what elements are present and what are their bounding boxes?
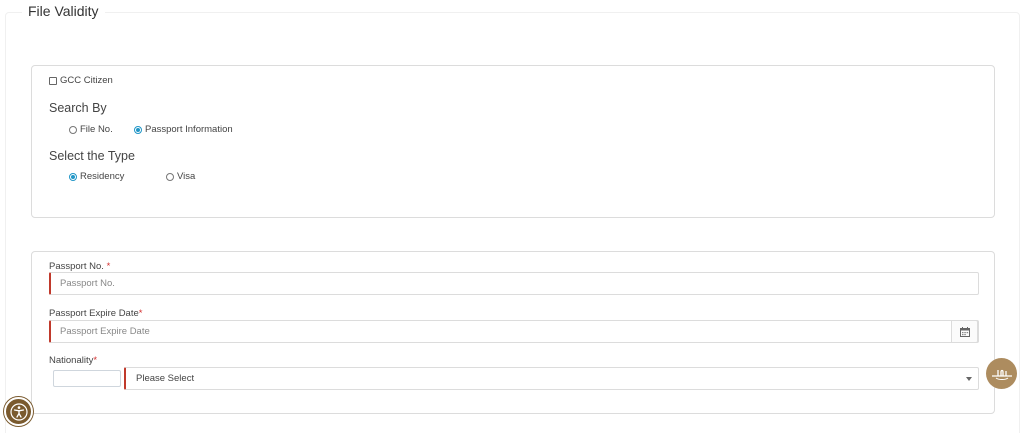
required-mark: * — [93, 355, 98, 366]
brand-chat-button[interactable] — [986, 358, 1017, 389]
required-mark: * — [106, 261, 111, 272]
gcc-citizen-option[interactable]: GCC Citizen — [49, 75, 113, 86]
nationality-selected-value: Please Select — [136, 373, 195, 384]
select-type-label: Select the Type — [49, 149, 135, 163]
passport-no-label: Passport No. * — [49, 261, 111, 272]
passport-no-input[interactable]: Passport No. — [49, 272, 979, 295]
brand-logo-icon — [991, 369, 1012, 380]
passport-expiry-placeholder: Passport Expire Date — [60, 326, 150, 337]
radio-residency-button[interactable] — [69, 172, 77, 181]
page-title: File Validity — [22, 3, 105, 19]
gcc-citizen-label: GCC Citizen — [60, 75, 113, 86]
calendar-icon — [959, 326, 970, 337]
nationality-label: Nationality* — [49, 355, 98, 366]
radio-residency[interactable]: Residency — [69, 171, 124, 182]
search-by-label: Search By — [49, 101, 107, 115]
radio-visa[interactable]: Visa — [166, 171, 195, 182]
passport-expiry-input[interactable]: Passport Expire Date — [49, 320, 979, 343]
passport-expiry-label: Passport Expire Date* — [49, 308, 143, 319]
passport-info-panel: Passport No. * Passport No. Passport Exp… — [31, 251, 995, 414]
radio-passport-information[interactable]: Passport Information — [134, 124, 233, 135]
radio-file-no-button[interactable] — [69, 125, 77, 134]
search-options-panel: GCC Citizen Search By File No. Passport … — [31, 65, 995, 218]
chevron-down-icon — [966, 377, 972, 381]
accessibility-button[interactable] — [4, 397, 33, 426]
radio-visa-label: Visa — [177, 171, 196, 182]
nationality-code-input[interactable] — [53, 370, 121, 387]
radio-residency-label: Residency — [80, 171, 125, 182]
date-picker-button[interactable] — [951, 320, 978, 343]
gcc-citizen-checkbox[interactable] — [49, 76, 57, 85]
radio-passport-information-label: Passport Information — [145, 124, 233, 135]
radio-file-no-label: File No. — [80, 124, 113, 135]
radio-file-no[interactable]: File No. — [69, 124, 113, 135]
nationality-select[interactable]: Please Select — [124, 367, 979, 390]
radio-passport-information-button[interactable] — [134, 125, 142, 134]
accessibility-icon — [9, 402, 28, 421]
passport-no-placeholder: Passport No. — [60, 278, 115, 289]
radio-visa-button[interactable] — [166, 172, 174, 181]
required-mark: * — [138, 308, 143, 319]
